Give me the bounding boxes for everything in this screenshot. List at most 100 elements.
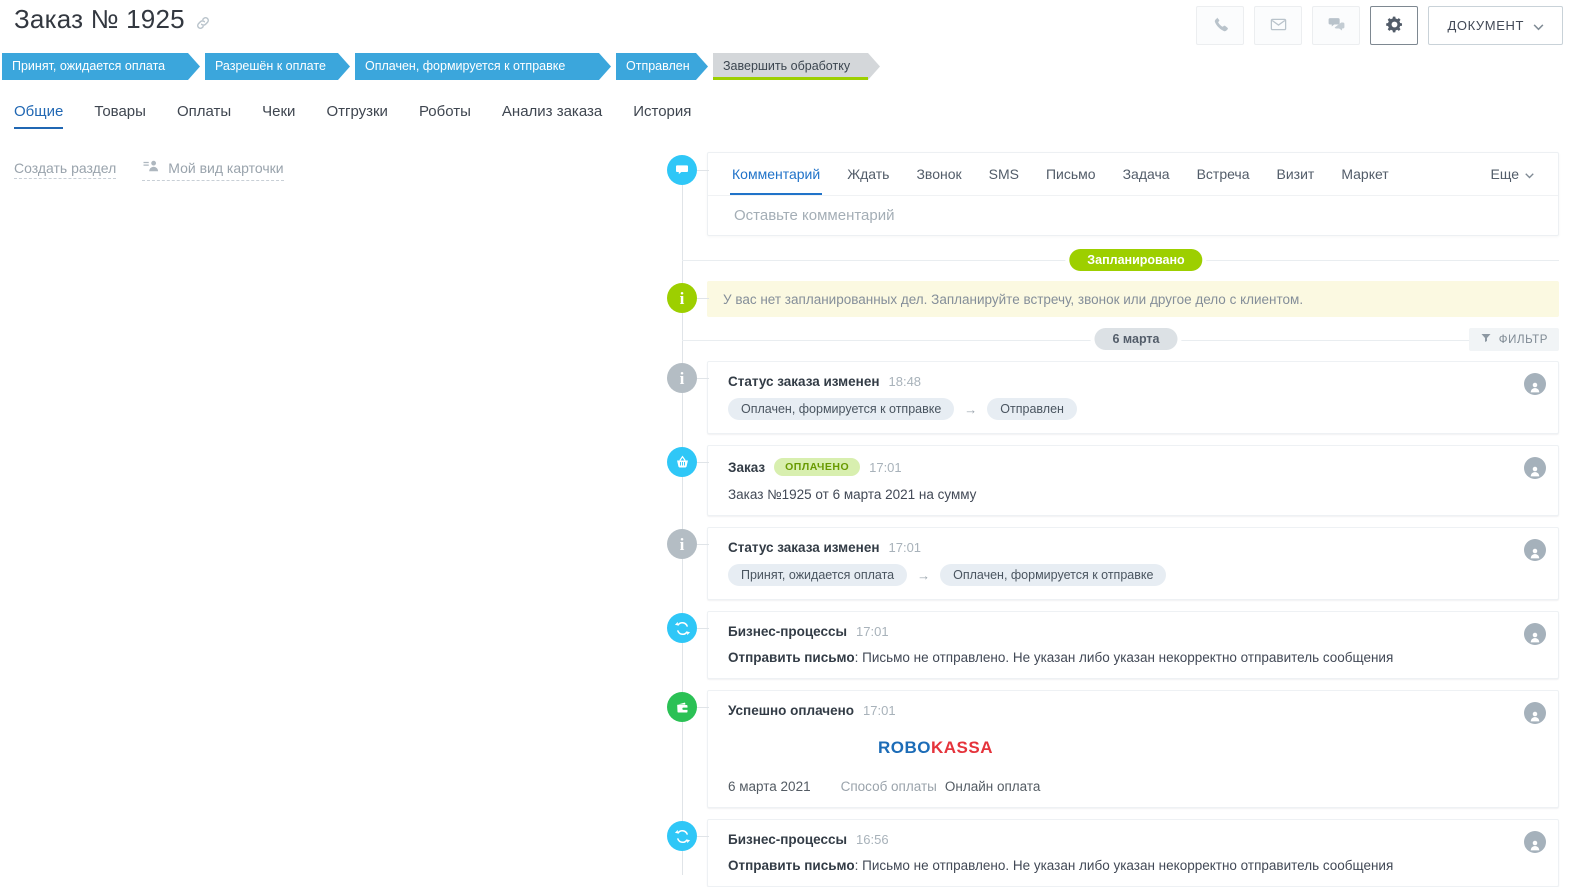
chat-icon — [1327, 15, 1346, 37]
pipeline-stage-5[interactable]: Завершить обработку — [713, 53, 880, 80]
tab-payments[interactable]: Оплаты — [177, 103, 231, 129]
timeline-tab-task[interactable]: Задача — [1123, 153, 1170, 195]
tab-history[interactable]: История — [633, 103, 691, 129]
info-message: У вас нет запланированных дел. Запланиру… — [723, 292, 1303, 307]
entry-time: 17:01 — [863, 703, 896, 718]
entry-title: Бизнес-процессы — [728, 832, 847, 847]
timeline-tab-sms[interactable]: SMS — [989, 153, 1019, 195]
no-planned-info-bar: У вас нет запланированных дел. Запланиру… — [707, 281, 1559, 317]
payment-date: 6 марта 2021 — [728, 779, 811, 794]
stage-label: Принят, ожидается оплата — [12, 59, 165, 73]
pipeline-stage-4[interactable]: Отправлен — [616, 53, 708, 80]
tab-receipts[interactable]: Чеки — [262, 103, 295, 129]
composer-tabs: Комментарий Ждать Звонок SMS Письмо Зада… — [708, 153, 1558, 195]
timeline-entry: i Статус заказа изменен 18:48 Оплачен, ф… — [655, 361, 1577, 434]
planned-badge[interactable]: Запланировано — [1069, 249, 1202, 271]
pipeline-stage-2[interactable]: Разрешён к оплате — [205, 53, 350, 80]
stage-current-underline — [713, 77, 868, 80]
timeline-tab-visit[interactable]: Визит — [1277, 153, 1315, 195]
chat-button[interactable] — [1312, 6, 1360, 45]
document-button-label: ДОКУМЕНТ — [1447, 18, 1524, 33]
my-card-view-link[interactable]: Мой вид карточки — [142, 157, 283, 181]
payment-details-row: 6 марта 2021 Способ оплаты Онлайн оплата — [728, 779, 1538, 794]
link-icon[interactable] — [195, 15, 211, 31]
entry-body: : Письмо не отправлено. Не указан либо у… — [855, 858, 1394, 873]
arrow-right-icon: → — [917, 568, 930, 583]
comment-input[interactable] — [732, 206, 1534, 225]
chevron-down-icon — [1533, 19, 1544, 34]
document-button[interactable]: ДОКУМЕНТ — [1428, 6, 1563, 45]
robokassa-logo: ROBOKASSA — [878, 738, 1538, 758]
paid-badge: ОПЛАЧЕНО — [774, 458, 860, 476]
process-icon — [667, 821, 697, 851]
tab-robots[interactable]: Роботы — [419, 103, 471, 129]
entry-time: 17:01 — [856, 624, 889, 639]
avatar — [1524, 373, 1546, 395]
entry-icon-col — [655, 690, 707, 808]
timeline-entry: Успешно оплачено 17:01 ROBOKASSA 6 марта… — [655, 690, 1577, 808]
avatar — [1524, 702, 1546, 724]
planned-row: Запланировано — [655, 248, 1577, 272]
entry-title: Бизнес-процессы — [728, 624, 847, 639]
entry-body-label: Отправить письмо — [728, 650, 855, 665]
create-section-link[interactable]: Создать раздел — [14, 160, 116, 179]
timeline-entry: i Статус заказа изменен 17:01 Принят, ож… — [655, 527, 1577, 600]
timeline-entries: i Статус заказа изменен 18:48 Оплачен, ф… — [655, 361, 1577, 887]
tab-shipments[interactable]: Отгрузки — [326, 103, 388, 129]
filter-label: ФИЛЬТР — [1499, 334, 1548, 346]
my-card-view-label: Мой вид карточки — [168, 160, 283, 176]
phone-icon — [1211, 15, 1230, 37]
email-button[interactable] — [1254, 6, 1302, 45]
settings-button[interactable] — [1370, 6, 1418, 45]
timeline-tab-letter[interactable]: Письмо — [1046, 153, 1096, 195]
info-icon-col: i — [655, 281, 707, 317]
status-change-card: Статус заказа изменен 18:48 Оплачен, фор… — [707, 361, 1559, 434]
tab-products[interactable]: Товары — [94, 103, 146, 129]
timeline-tab-meeting[interactable]: Встреча — [1197, 153, 1250, 195]
avatar — [1524, 831, 1546, 853]
timeline-tab-wait[interactable]: Ждать — [847, 153, 889, 195]
business-process-card: Бизнес-процессы 16:56 Отправить письмо: … — [707, 819, 1559, 887]
entry-time: 17:01 — [889, 540, 922, 555]
entry-icon-col: i — [655, 361, 707, 434]
pipeline-stage-3[interactable]: Оплачен, формируется к отправке — [355, 53, 611, 80]
page-header: Заказ № 1925 ДОКУМЕНТ — [0, 0, 1577, 50]
timeline-more-link[interactable]: Еще — [1491, 166, 1535, 182]
left-tools: Создать раздел Мой вид карточки — [14, 157, 284, 181]
stage-label: Завершить обработку — [723, 59, 850, 73]
timeline: Комментарий Ждать Звонок SMS Письмо Зада… — [655, 145, 1577, 875]
business-process-card: Бизнес-процессы 17:01 Отправить письмо: … — [707, 611, 1559, 679]
payment-method-value: Онлайн оплата — [945, 779, 1041, 794]
tab-order-analysis[interactable]: Анализ заказа — [502, 103, 602, 129]
entry-icon-col — [655, 445, 707, 516]
status-to-pill: Оплачен, формируется к отправке — [940, 564, 1166, 586]
entry-body-label: Отправить письмо — [728, 858, 855, 873]
tab-general[interactable]: Общие — [14, 103, 63, 129]
info-icon: i — [667, 529, 697, 559]
basket-icon — [667, 447, 697, 477]
person-lines-icon — [142, 157, 160, 178]
comment-bubble-icon — [667, 155, 697, 185]
timeline-tab-call[interactable]: Звонок — [916, 153, 961, 195]
filter-button[interactable]: ФИЛЬТР — [1469, 328, 1559, 351]
status-from-pill: Оплачен, формируется к отправке — [728, 398, 954, 420]
pipeline-stage-1[interactable]: Принят, ожидается оплата — [2, 53, 200, 80]
entry-icon-col — [655, 611, 707, 679]
composer-card: Комментарий Ждать Звонок SMS Письмо Зада… — [707, 152, 1559, 236]
timeline-entry: Бизнес-процессы 17:01 Отправить письмо: … — [655, 611, 1577, 679]
status-to-pill: Отправлен — [987, 398, 1077, 420]
status-pipeline: Принят, ожидается оплата Разрешён к опла… — [2, 53, 885, 80]
title-wrap: Заказ № 1925 — [14, 4, 211, 35]
more-label: Еще — [1491, 166, 1520, 182]
envelope-icon — [1269, 15, 1288, 37]
info-icon: i — [667, 363, 697, 393]
timeline-tab-comment[interactable]: Комментарий — [732, 153, 820, 195]
entry-time: 18:48 — [889, 374, 922, 389]
chevron-down-icon — [1525, 166, 1534, 182]
timeline-tab-market[interactable]: Маркет — [1341, 153, 1388, 195]
call-button[interactable] — [1196, 6, 1244, 45]
arrow-right-icon: → — [964, 402, 977, 417]
wallet-icon — [667, 692, 697, 722]
entry-title: Статус заказа изменен — [728, 374, 880, 389]
info-row: i У вас нет запланированных дел. Заплани… — [655, 281, 1577, 317]
